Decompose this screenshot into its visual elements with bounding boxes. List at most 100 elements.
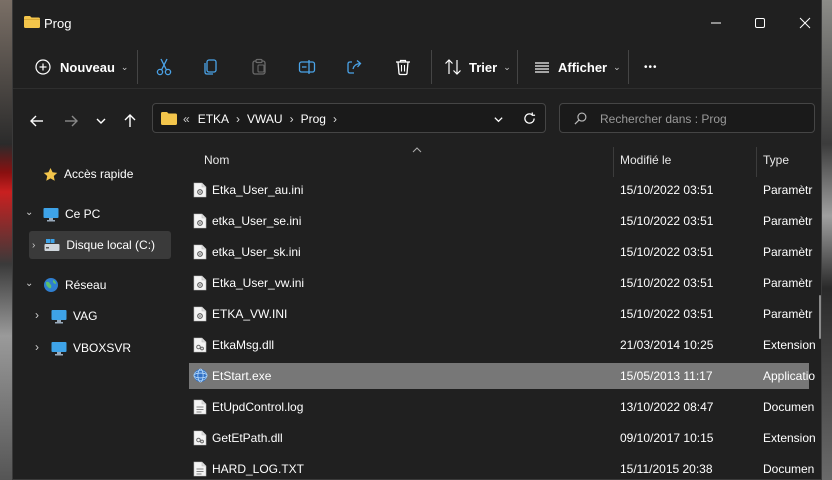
view-label: Afficher xyxy=(558,59,608,75)
column-divider[interactable] xyxy=(613,147,614,177)
chevron-right-icon[interactable]: › xyxy=(35,340,39,354)
column-header-modified[interactable]: Modifié le xyxy=(620,153,671,167)
refresh-icon[interactable] xyxy=(523,112,536,125)
star-icon xyxy=(43,167,58,181)
sidebar-item-label: VBOXSVR xyxy=(73,341,132,355)
table-row[interactable]: ETKA_VW.INI 15/10/2022 03:51 Paramètr xyxy=(189,301,812,327)
sidebar-item-label: Ce PC xyxy=(65,207,101,221)
trash-icon xyxy=(396,59,410,76)
paste-button[interactable] xyxy=(250,46,268,88)
toolbar-divider xyxy=(517,50,518,84)
navigation-bar: « ETKA › VWAU › Prog › Rechercher dans :… xyxy=(13,89,821,147)
table-row[interactable]: Etka_User_au.ini 15/10/2022 03:51 Paramètr xyxy=(189,177,813,203)
file-type: Paramètr xyxy=(763,183,813,197)
monitor-icon xyxy=(51,309,67,323)
column-divider[interactable] xyxy=(756,147,757,177)
table-row[interactable]: Etka_User_vw.ini 15/10/2022 03:51 Paramètr xyxy=(189,270,812,296)
view-button[interactable]: Afficher ⌄ xyxy=(533,46,621,88)
file-name: EtStart.exe xyxy=(212,369,272,383)
table-row[interactable]: HARD_LOG.TXT 15/11/2015 20:38 Documen xyxy=(189,456,814,480)
table-row[interactable]: GetEtPath.dll 09/10/2017 10:15 Extension xyxy=(189,425,816,451)
sidebar-item-network[interactable]: Réseau xyxy=(43,271,106,299)
maximize-button[interactable] xyxy=(746,10,774,36)
rename-button[interactable] xyxy=(298,46,316,88)
column-header-type[interactable]: Type xyxy=(763,153,789,167)
new-button[interactable]: Nouveau ⌄ xyxy=(35,46,128,88)
cut-button[interactable] xyxy=(155,46,173,88)
sort-button[interactable]: Trier ⌄ xyxy=(444,46,511,88)
breadcrumb-overflow[interactable]: « xyxy=(183,112,190,126)
breadcrumb-etka[interactable]: ETKA xyxy=(198,112,229,126)
file-type: Paramètr xyxy=(763,245,813,259)
maximize-icon xyxy=(755,18,765,28)
file-name: Etka_User_vw.ini xyxy=(212,276,305,290)
more-dots-icon: ••• xyxy=(644,61,658,73)
arrow-up-icon xyxy=(124,114,136,127)
delete-button[interactable] xyxy=(394,46,412,88)
minimize-icon xyxy=(711,22,721,24)
file-name: ETKA_VW.INI xyxy=(212,307,288,321)
sidebar-item-label: Accès rapide xyxy=(64,167,134,181)
more-options-button[interactable]: ••• xyxy=(644,46,658,88)
chevron-right-icon[interactable]: › xyxy=(290,112,294,126)
file-name: etka_User_sk.ini xyxy=(212,245,301,259)
dll-file-icon xyxy=(193,337,207,353)
breadcrumb-vwau[interactable]: VWAU xyxy=(247,112,283,126)
toolbar-divider xyxy=(137,50,138,84)
sidebar-item-local-disk[interactable]: › Disque local (C:) xyxy=(29,231,171,259)
sidebar-item-quick-access[interactable]: Accès rapide xyxy=(43,160,133,188)
rename-icon xyxy=(298,60,316,74)
column-header-name[interactable]: Nom xyxy=(204,153,229,167)
sidebar-item-label: VAG xyxy=(73,309,98,323)
chevron-right-icon[interactable]: › xyxy=(236,112,240,126)
text-file-icon xyxy=(193,399,207,415)
minimize-button[interactable] xyxy=(702,10,730,36)
table-row[interactable]: EtkaMsg.dll 21/03/2014 10:25 Extension xyxy=(189,332,816,358)
file-type: Extension xyxy=(763,431,816,445)
file-modified-date: 15/10/2022 03:51 xyxy=(620,245,714,259)
back-button[interactable] xyxy=(25,109,49,133)
chevron-right-icon[interactable]: › xyxy=(35,308,39,322)
sidebar-item-label: Réseau xyxy=(65,278,107,292)
sidebar-item-vboxsvr[interactable]: VBOXSVR xyxy=(51,334,131,362)
ini-file-icon xyxy=(193,182,207,198)
recent-locations-button[interactable] xyxy=(89,109,113,133)
chevron-down-icon xyxy=(96,118,106,124)
file-modified-date: 13/10/2022 08:47 xyxy=(620,400,714,414)
chevron-down-icon: ⌄ xyxy=(503,61,511,72)
ini-file-icon xyxy=(193,213,207,229)
clipboard-icon xyxy=(252,58,266,75)
file-modified-date: 21/03/2014 10:25 xyxy=(620,338,714,352)
chevron-right-icon[interactable]: › xyxy=(333,112,337,126)
file-type: Paramètr xyxy=(763,214,813,228)
share-button[interactable] xyxy=(346,46,364,88)
table-row[interactable]: EtUpdControl.log 13/10/2022 08:47 Documen xyxy=(189,394,814,420)
table-row[interactable]: EtStart.exe 15/05/2013 11:17 Applicatio xyxy=(189,363,815,389)
forward-button[interactable] xyxy=(59,109,83,133)
search-icon xyxy=(574,112,587,125)
file-modified-date: 15/11/2015 20:38 xyxy=(620,462,713,476)
table-row[interactable]: etka_User_sk.ini 15/10/2022 03:51 Paramètr xyxy=(189,239,813,265)
chevron-down-icon[interactable]: ⌄ xyxy=(25,207,33,218)
close-button[interactable] xyxy=(791,10,819,36)
network-icon xyxy=(44,278,58,292)
sidebar-item-this-pc[interactable]: Ce PC xyxy=(43,200,100,228)
address-bar[interactable]: « ETKA › VWAU › Prog › xyxy=(152,103,546,133)
table-row[interactable]: etka_User_se.ini 15/10/2022 03:51 Paramètr xyxy=(189,208,813,234)
copy-icon xyxy=(204,59,217,75)
dll-file-icon xyxy=(193,430,207,446)
chevron-right-icon[interactable]: › xyxy=(32,240,35,251)
chevron-down-icon[interactable]: ⌄ xyxy=(25,278,33,289)
copy-button[interactable] xyxy=(202,46,220,88)
file-modified-date: 15/10/2022 03:51 xyxy=(620,183,714,197)
up-button[interactable] xyxy=(118,109,142,133)
chevron-down-icon[interactable] xyxy=(493,114,504,125)
sidebar-item-vag[interactable]: VAG xyxy=(51,302,97,330)
folder-icon xyxy=(24,16,40,28)
command-bar: Nouveau ⌄ Trier ⌄ Afficher ⌄ ••• xyxy=(13,46,821,88)
vertical-scrollbar[interactable] xyxy=(819,295,821,339)
search-box[interactable]: Rechercher dans : Prog xyxy=(559,103,815,133)
file-type: Extension xyxy=(763,338,816,352)
text-file-icon xyxy=(193,461,207,477)
breadcrumb-prog[interactable]: Prog xyxy=(301,112,326,126)
